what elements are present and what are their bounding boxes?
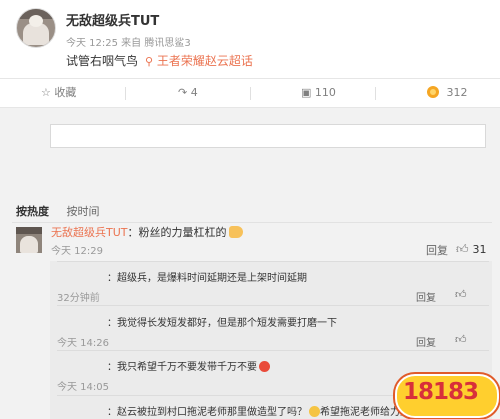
- reply-1-reply-button[interactable]: 回复: [416, 289, 436, 304]
- fist-emoji-icon: [228, 226, 243, 238]
- watermark-text: 18183: [403, 379, 479, 405]
- reply-2-body: ：我觉得长发短发都好，但是那个短发需要打磨一下: [107, 318, 337, 329]
- site-watermark-logo: 18183: [395, 372, 499, 418]
- share-icon: ↷: [178, 86, 188, 99]
- reply-3-time: 今天 14:05: [57, 382, 109, 393]
- comment-body: ：粉丝的力量杠杠的: [127, 226, 227, 239]
- reply-3-body: ：我只希望千万不要发带千万不要: [107, 362, 257, 373]
- comment-button[interactable]: ▣ 110: [301, 79, 336, 107]
- star-icon: ☆: [41, 86, 51, 99]
- thumbs-up-icon: 👍︎: [456, 242, 469, 256]
- comment-reply-button[interactable]: 回复: [426, 242, 448, 258]
- sort-by-hot-tab[interactable]: 按热度: [16, 205, 49, 218]
- comment-icon: ▣: [301, 86, 312, 99]
- favorite-label: 收藏: [54, 86, 77, 99]
- post-action-bar: ☆ 收藏 ↷ 4 ▣ 110 312: [0, 78, 500, 108]
- post-meta: 今天 12:25 来自 腾讯思鲨3: [66, 38, 191, 49]
- crying-emoji-icon: [309, 406, 320, 417]
- coin-like-icon: [427, 86, 439, 98]
- comment-text: 无敌超级兵TUT：粉丝的力量杠杠的: [51, 224, 243, 240]
- comment-like-count: 31: [472, 243, 487, 256]
- topic-label: 王者荣耀赵云超话: [156, 54, 253, 68]
- comment-count: 110: [314, 86, 336, 99]
- reply-4-text: ：赵云被拉到村口拖泥老师那里做造型了吗？ 希望拖泥老师给力点: [57, 403, 423, 418]
- comment-time: 今天 12:29: [51, 246, 103, 257]
- divider: [12, 222, 492, 223]
- author-name[interactable]: 无敌超级兵TUT: [66, 10, 159, 29]
- sort-by-time-tab[interactable]: 按时间: [67, 205, 100, 218]
- commenter-name[interactable]: 无敌超级兵TUT: [51, 226, 128, 239]
- share-count: 4: [190, 86, 198, 99]
- post-content: 试管右咽气鸟: [66, 54, 139, 68]
- comment-input[interactable]: [50, 124, 486, 148]
- location-pin-icon: ⚲: [145, 55, 154, 68]
- reply-1-time: 32分钟前: [57, 293, 100, 304]
- share-button[interactable]: ↷ 4: [178, 79, 198, 107]
- favorite-button[interactable]: ☆ 收藏: [41, 79, 76, 107]
- comment-sort-bar: 按热度 按时间: [16, 203, 100, 219]
- reply-2-like-icon[interactable]: 👍︎: [455, 333, 467, 346]
- reply-1-text: ：超级兵，是爆料时间延期还是上架时间延期: [57, 269, 307, 284]
- reply-2-text: ：我觉得长发短发都好，但是那个短发需要打磨一下: [57, 314, 337, 329]
- comment-like-button[interactable]: 👍︎ 31: [456, 242, 487, 257]
- like-button[interactable]: 312: [427, 79, 468, 107]
- reply-2-reply-button[interactable]: 回复: [416, 334, 436, 349]
- reply-3-text: ：我只希望千万不要发带千万不要: [57, 358, 270, 373]
- reply-2-time: 今天 14:26: [57, 338, 109, 349]
- reply-1-body: ：超级兵，是爆料时间延期还是上架时间延期: [107, 273, 307, 284]
- like-count: 312: [446, 86, 468, 99]
- commenter-avatar[interactable]: [16, 227, 42, 253]
- reply-4-body: ：赵云被拉到村口拖泥老师那里做造型了吗？: [107, 407, 307, 418]
- author-avatar[interactable]: [16, 8, 56, 48]
- topic-link[interactable]: ⚲ 王者荣耀赵云超话: [145, 52, 253, 69]
- angry-emoji-icon: [259, 361, 270, 372]
- reply-1-like-icon[interactable]: 👍︎: [455, 288, 467, 301]
